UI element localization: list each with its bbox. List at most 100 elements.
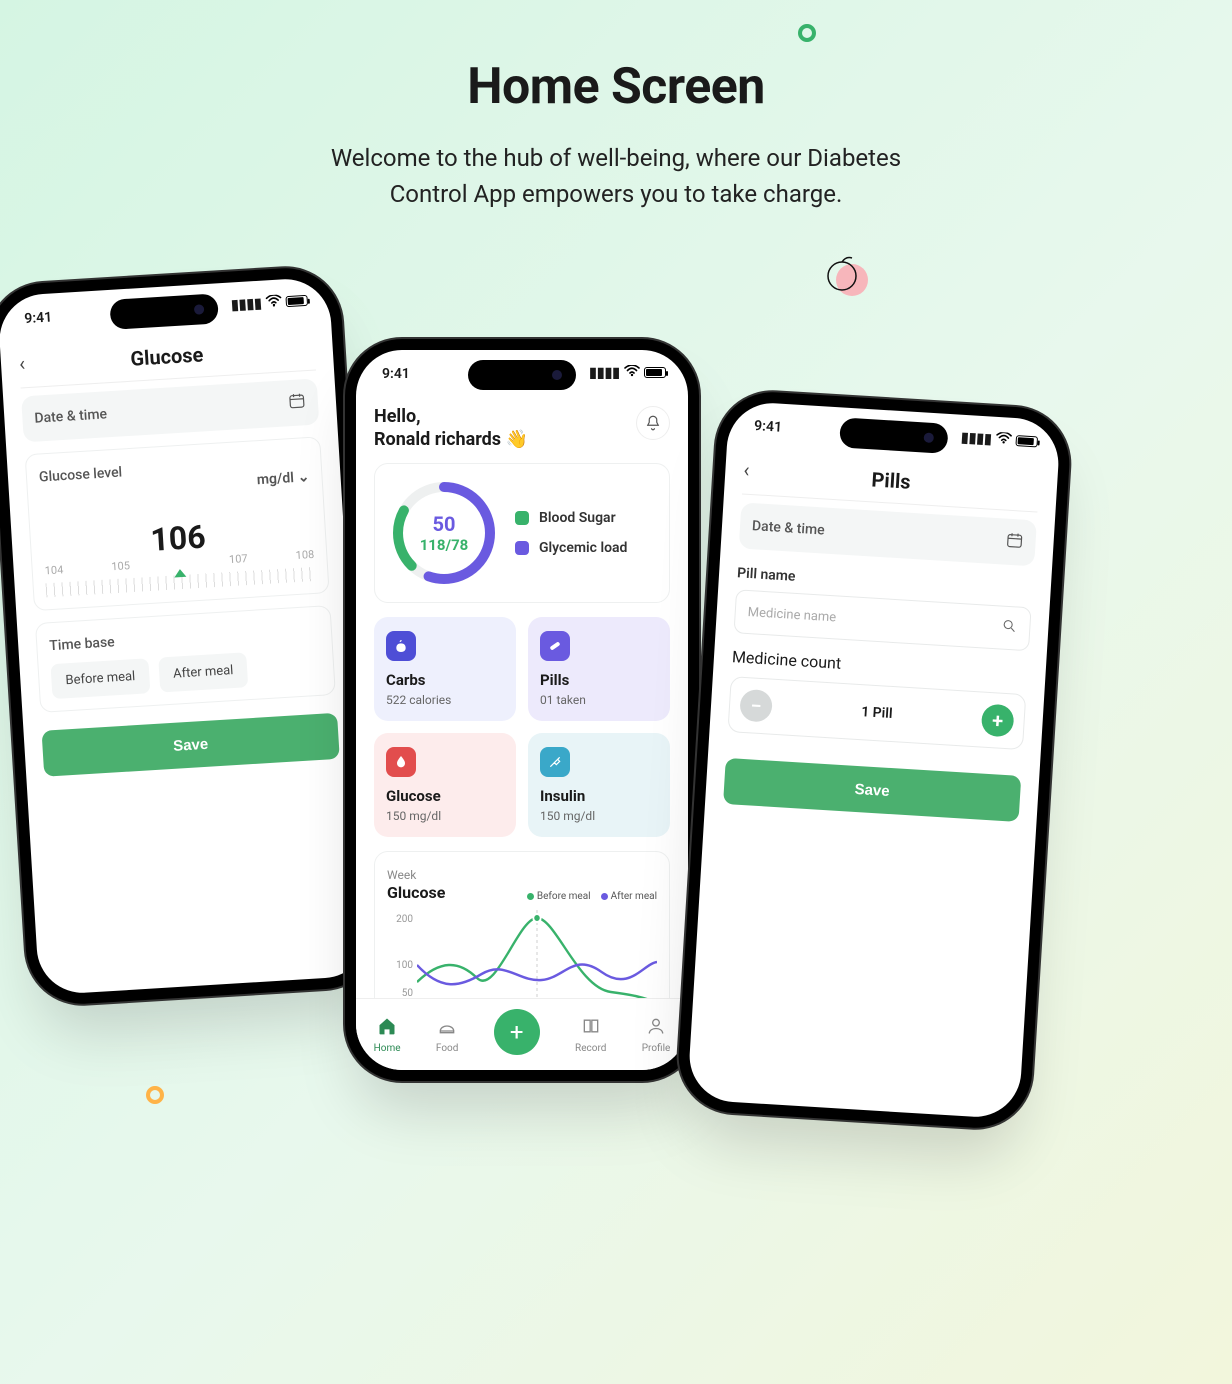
wave-icon: 👋 (506, 429, 528, 450)
tab-bar: Home Food + Record Profil (356, 998, 688, 1070)
tile-title: Pills (540, 671, 658, 689)
signal-icon: ▮▮▮▮ (231, 296, 263, 312)
pill-icon (540, 631, 570, 661)
pill-name-label: Pill name (737, 565, 796, 585)
before-meal-chip[interactable]: Before meal (50, 658, 150, 699)
legend-blood-sugar: Blood Sugar (539, 510, 616, 526)
home-icon (377, 1016, 397, 1041)
chart-title: Glucose (387, 883, 445, 902)
scale-tick: 105 (111, 559, 130, 573)
record-icon (581, 1016, 601, 1041)
screen-title: Pills (743, 460, 1040, 502)
tile-sub: 150 mg/dl (386, 809, 504, 823)
glucose-value: 106 (149, 518, 206, 559)
medicine-count-value: 1 Pill (861, 704, 893, 722)
tab-profile[interactable]: Profile (642, 1016, 671, 1054)
user-name: Ronald richards (374, 429, 501, 450)
pill-name-input[interactable]: Medicine name (733, 589, 1031, 651)
legend-color-icon (515, 511, 529, 525)
tab-food[interactable]: Food (436, 1016, 458, 1054)
scale-tick: 108 (295, 548, 314, 562)
tab-label: Profile (642, 1043, 671, 1054)
legend-dot-icon (527, 893, 534, 900)
notification-button[interactable] (636, 406, 670, 440)
glucose-level-card: Glucose level mg/dl ⌄ 106 104 105 . 107 … (25, 436, 330, 611)
wifi-icon (265, 294, 282, 310)
chevron-down-icon[interactable]: ⌄ (297, 469, 310, 486)
chart-legend-before: Before meal (537, 891, 591, 902)
scale-tick: 107 (229, 552, 248, 566)
apple-icon (386, 631, 416, 661)
phone-home: 9:41 ▮▮▮▮ Hello, Ronald richards 👋 (356, 350, 688, 1070)
page-title: Home Screen (0, 58, 1232, 116)
timebase-card: Time base Before meal After meal (35, 605, 336, 713)
pill-name-field: Pill name Medicine name (733, 562, 1033, 651)
tile-pills[interactable]: Pills 01 taken (528, 617, 670, 721)
phone-notch (468, 360, 576, 390)
decorative-dot (798, 24, 816, 42)
increment-button[interactable]: + (981, 704, 1015, 738)
syringe-icon (540, 747, 570, 777)
status-time: 9:41 (382, 366, 410, 382)
medicine-count-field: Medicine count − 1 Pill + (727, 647, 1028, 750)
calendar-icon (1005, 531, 1024, 554)
signal-icon: ▮▮▮▮ (961, 430, 993, 446)
decrement-button[interactable]: − (739, 689, 773, 723)
signal-icon: ▮▮▮▮ (589, 366, 620, 380)
status-time: 9:41 (754, 418, 783, 436)
battery-icon (644, 367, 666, 378)
add-button[interactable]: + (494, 1009, 540, 1055)
phone-glucose: 9:41 ▮▮▮▮ ‹ Glucose Date & time Gl (0, 277, 371, 996)
tile-glucose[interactable]: Glucose 150 mg/dl (374, 733, 516, 837)
drop-icon (386, 747, 416, 777)
greeting: Hello, Ronald richards 👋 (374, 406, 528, 451)
calendar-icon (287, 391, 306, 414)
placeholder-text: Medicine name (747, 605, 836, 625)
after-meal-chip[interactable]: After meal (158, 652, 248, 692)
tab-label: Home (374, 1043, 401, 1054)
tile-title: Glucose (386, 787, 504, 805)
tile-insulin[interactable]: Insulin 150 mg/dl (528, 733, 670, 837)
chart-legend-after: After meal (611, 891, 657, 902)
date-time-label: Date & time (34, 406, 108, 426)
hello-text: Hello, (374, 406, 421, 427)
phone-pills: 9:41 ▮▮▮▮ ‹ Pills Date & time Pill (687, 401, 1061, 1120)
scale-tick: 104 (44, 563, 63, 577)
screen-title: Glucose (18, 336, 315, 378)
tile-title: Carbs (386, 671, 504, 689)
tile-sub: 150 mg/dl (540, 809, 658, 823)
date-time-field[interactable]: Date & time (739, 502, 1037, 566)
battery-icon (1015, 435, 1038, 447)
scale-marker-icon (174, 569, 186, 578)
legend-glycemic: Glycemic load (539, 540, 627, 556)
gauge-ring: 50 118/78 (389, 478, 499, 588)
y-tick: 100 (396, 960, 413, 971)
tab-label: Food (436, 1043, 458, 1054)
legend-dot-icon (601, 893, 608, 900)
tile-sub: 522 calories (386, 693, 504, 707)
gauge-value-1: 50 (433, 512, 456, 536)
food-icon (437, 1016, 457, 1041)
wifi-icon (995, 432, 1012, 448)
tile-carbs[interactable]: Carbs 522 calories (374, 617, 516, 721)
unit-label: mg/dl (256, 470, 294, 488)
search-icon (1001, 618, 1018, 639)
medicine-count-label: Medicine count (731, 647, 841, 673)
date-time-field[interactable]: Date & time (21, 378, 319, 442)
tab-home[interactable]: Home (374, 1016, 401, 1054)
date-time-label: Date & time (752, 518, 826, 538)
y-tick: 200 (396, 914, 413, 925)
tab-record[interactable]: Record (575, 1016, 606, 1054)
gauge-value-2: 118/78 (420, 536, 469, 554)
page-subtitle: Welcome to the hub of well-being, where … (296, 140, 936, 212)
tile-title: Insulin (540, 787, 658, 805)
wifi-icon (624, 365, 640, 380)
battery-icon (285, 295, 308, 307)
timebase-label: Time base (49, 634, 115, 654)
gauge-card: 50 118/78 Blood Sugar Glycemic load (374, 463, 670, 603)
plus-icon: + (510, 1018, 524, 1046)
chart-period: Week (387, 868, 416, 882)
save-button[interactable]: Save (42, 713, 340, 777)
save-button[interactable]: Save (723, 758, 1021, 822)
tile-sub: 01 taken (540, 693, 658, 707)
